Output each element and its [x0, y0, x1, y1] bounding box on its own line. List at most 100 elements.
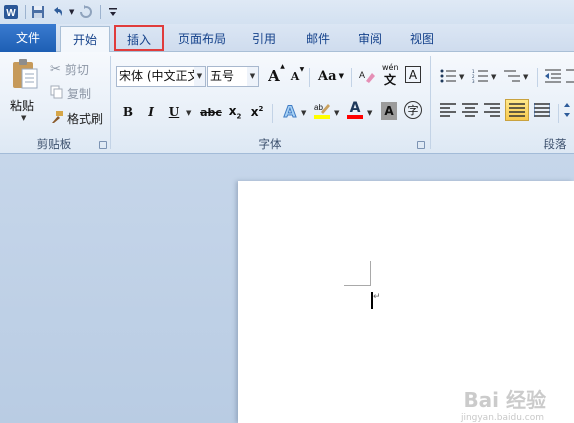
shrink-font-button[interactable]: A ▼	[285, 66, 305, 86]
font-size-dropdown[interactable]: 五号 ▼	[207, 66, 259, 87]
group-separator	[558, 104, 559, 123]
italic-button[interactable]: I	[141, 102, 161, 122]
align-left-button[interactable]	[438, 100, 458, 120]
grow-font-button[interactable]: A ▲	[264, 63, 285, 86]
multilevel-dropdown-icon[interactable]: ▼	[523, 73, 528, 81]
paste-icon	[11, 58, 39, 93]
svg-text:ab: ab	[314, 103, 323, 112]
phonetic-guide-button[interactable]: wén 文	[381, 63, 401, 87]
character-border-button[interactable]: A	[405, 66, 421, 83]
copy-icon	[50, 85, 63, 102]
tab-references[interactable]: 引用	[244, 26, 284, 52]
tab-mailings[interactable]: 邮件	[298, 26, 338, 52]
group-separator	[430, 56, 431, 149]
enclose-characters-icon: 字	[407, 104, 419, 117]
font-name-dropdown[interactable]: 宋体 (中文正文) ▼	[116, 66, 206, 87]
svg-text:A: A	[359, 70, 365, 80]
decrease-indent-button[interactable]	[543, 66, 563, 86]
underline-button[interactable]: U	[164, 102, 184, 122]
shrink-font-icon: A ▼	[290, 65, 305, 83]
strikethrough-button[interactable]: abc	[199, 102, 223, 122]
align-right-icon	[484, 103, 500, 117]
save-icon[interactable]	[29, 3, 47, 21]
distributed-button[interactable]	[532, 100, 552, 120]
format-painter-button[interactable]: 格式刷	[50, 109, 103, 127]
increase-indent-icon	[566, 69, 574, 83]
multilevel-list-button[interactable]	[502, 66, 522, 86]
align-center-button[interactable]	[460, 100, 480, 120]
customize-qat-icon[interactable]	[104, 3, 122, 21]
scissors-icon: ✂	[50, 61, 61, 77]
highlighter-icon: ab	[314, 103, 330, 119]
decrease-indent-icon	[545, 69, 561, 83]
copy-label: 复制	[67, 86, 92, 101]
ribbon-tab-row: 文件 开始 插入 页面布局 引用 邮件 审阅 视图	[0, 24, 574, 53]
line-spacing-button[interactable]	[564, 100, 574, 120]
text-effects-dropdown-icon[interactable]: ▼	[301, 109, 306, 117]
bold-icon: B	[122, 105, 134, 119]
bullets-dropdown-icon[interactable]: ▼	[459, 73, 464, 81]
justify-button[interactable]	[505, 99, 529, 121]
highlight-dropdown-icon[interactable]: ▼	[334, 109, 339, 117]
enclose-characters-button[interactable]: 字	[404, 101, 422, 119]
paragraph-group-label: 段落	[543, 137, 567, 151]
numbering-button[interactable]: 123	[470, 66, 490, 86]
watermark-logo: Bai 经验	[463, 388, 546, 412]
bullets-icon	[440, 69, 456, 83]
font-color-button[interactable]: A	[345, 100, 365, 120]
tab-review[interactable]: 审阅	[350, 26, 390, 52]
group-separator	[272, 104, 273, 123]
font-size-value: 五号	[210, 69, 235, 83]
align-right-button[interactable]	[482, 100, 502, 120]
bold-button[interactable]: B	[118, 102, 138, 122]
tab-insert[interactable]: 插入	[114, 25, 164, 51]
text-effects-icon: A	[283, 101, 297, 121]
subscript-button[interactable]: x2	[225, 102, 245, 122]
copy-button[interactable]: 复制	[50, 84, 91, 102]
font-group-label: 字体	[258, 137, 282, 151]
font-dialog-launcher[interactable]	[417, 141, 425, 149]
tab-home[interactable]: 开始	[60, 26, 110, 53]
qat-separator	[25, 5, 26, 19]
character-shading-button[interactable]: A	[381, 102, 397, 120]
group-separator	[537, 68, 538, 87]
highlight-color-button[interactable]: ab	[312, 100, 332, 120]
quick-access-toolbar: W ▼	[0, 0, 574, 24]
numbering-dropdown-icon[interactable]: ▼	[491, 73, 496, 81]
clear-format-button[interactable]: A	[357, 66, 377, 86]
text-effects-button[interactable]: A	[280, 101, 300, 121]
underline-dropdown-icon[interactable]: ▼	[186, 109, 191, 117]
paste-label: 粘贴	[10, 99, 35, 113]
word-icon[interactable]: W	[2, 3, 20, 21]
clear-format-icon: A	[359, 70, 375, 83]
qat-separator	[100, 5, 101, 19]
increase-indent-button[interactable]	[566, 66, 574, 86]
svg-text:W: W	[6, 8, 16, 19]
superscript-icon: x2	[250, 105, 264, 119]
phonetic-guide-icon: wén 文	[382, 63, 399, 87]
paste-button[interactable]: 粘贴 ▼	[6, 56, 42, 124]
justify-icon	[509, 103, 525, 117]
clipboard-dialog-launcher[interactable]	[99, 141, 107, 149]
change-case-button[interactable]: Aa ▼	[316, 66, 346, 86]
format-painter-label: 格式刷	[67, 111, 104, 126]
italic-icon: I	[148, 105, 154, 119]
tab-page-layout[interactable]: 页面布局	[170, 26, 234, 52]
crop-mark-horizontal	[344, 285, 370, 286]
grow-font-icon: A ▲	[268, 63, 285, 85]
svg-text:3: 3	[472, 79, 475, 83]
font-color-dropdown-icon[interactable]: ▼	[367, 109, 372, 117]
undo-icon[interactable]	[49, 3, 67, 21]
character-border-icon: A	[408, 67, 418, 82]
bullets-button[interactable]	[438, 66, 458, 86]
tab-file[interactable]: 文件	[0, 24, 56, 52]
undo-dropdown-icon[interactable]: ▼	[69, 8, 77, 16]
chevron-down-icon: ▼	[247, 67, 258, 86]
tab-view[interactable]: 视图	[402, 26, 442, 52]
superscript-button[interactable]: x2	[247, 102, 267, 122]
cut-button[interactable]: ✂ 剪切	[50, 60, 89, 78]
redo-icon[interactable]	[77, 3, 95, 21]
group-separator	[309, 68, 310, 87]
format-painter-icon	[50, 110, 64, 127]
paste-dropdown-icon[interactable]: ▼	[21, 114, 26, 122]
